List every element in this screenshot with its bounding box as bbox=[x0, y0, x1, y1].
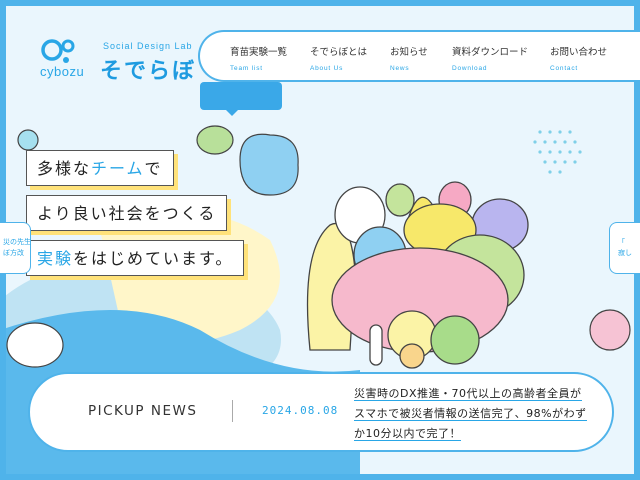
pickup-headline-link[interactable]: 災害時のDX推進・70代以上の高齢者全員が スマホで被災者情報の送信完了、98%… bbox=[354, 384, 590, 444]
nav-sublabel: News bbox=[390, 65, 410, 72]
carousel-prev-card[interactable]: 災の先生 ぼ方改 bbox=[0, 222, 31, 274]
character-pile-illustration bbox=[306, 181, 529, 369]
white-creature-icon bbox=[6, 322, 64, 368]
nav-news[interactable]: お知らせ News bbox=[390, 44, 428, 72]
global-nav: 育苗実験一覧 Team list そでらぼとは About Us お知らせ Ne… bbox=[198, 30, 640, 82]
hero-accent: 実験 bbox=[37, 249, 74, 268]
nav-team-list[interactable]: 育苗実験一覧 Team list bbox=[230, 44, 287, 72]
hero-line-2: より良い社会をつくる bbox=[26, 195, 228, 231]
pickup-date: 2024.08.08 bbox=[262, 404, 339, 417]
hero-text: 多様な bbox=[37, 159, 92, 178]
green-creature-icon bbox=[196, 125, 234, 155]
nav-label: お知らせ bbox=[390, 47, 428, 58]
prev-card-text: 災の先生 ぼ方改 bbox=[3, 238, 31, 257]
hero-text: より良い社会をつくる bbox=[37, 204, 217, 223]
nav-sublabel: Download bbox=[452, 65, 488, 72]
hero-line-1: 多様なチームで bbox=[26, 150, 174, 186]
hero-line-3: 実験をはじめています。 bbox=[26, 240, 245, 276]
blue-creature-icon bbox=[239, 133, 299, 196]
nav-download[interactable]: 資料ダウンロード Download bbox=[452, 44, 528, 72]
pickup-headline-line: スマホで被災者情報の送信完了、98%がわず bbox=[354, 407, 587, 421]
carousel-next-card[interactable]: 「 寂し bbox=[609, 222, 640, 274]
pickup-title: PICKUP NEWS bbox=[88, 403, 198, 419]
nav-sublabel: About Us bbox=[310, 65, 344, 72]
nav-sublabel: Team list bbox=[230, 65, 263, 72]
nav-label: 育苗実験一覧 bbox=[230, 47, 288, 58]
nav-label: そでらぼとは bbox=[310, 47, 368, 58]
lab-subtitle: Social Design Lab bbox=[103, 41, 193, 51]
logo-wordmark[interactable]: cybozu bbox=[40, 64, 84, 79]
pickup-headline-line: か10分以内で完了！ bbox=[354, 427, 461, 441]
hero-text: で bbox=[144, 159, 163, 178]
lab-title[interactable]: そでらぼ bbox=[100, 53, 196, 85]
cyan-blob-icon bbox=[17, 129, 39, 151]
pink-creature-icon bbox=[589, 309, 631, 351]
nav-about-us[interactable]: そでらぼとは About Us bbox=[310, 44, 367, 72]
hero-text: をはじめています。 bbox=[73, 249, 234, 268]
speech-bubble-badge bbox=[200, 82, 282, 116]
next-card-text: 「 寂し bbox=[618, 238, 632, 257]
nav-contact[interactable]: お問い合わせ Contact bbox=[550, 44, 607, 72]
dot-grid-icon bbox=[533, 130, 582, 174]
hero-accent: チーム bbox=[91, 159, 145, 178]
nav-sublabel: Contact bbox=[550, 65, 579, 72]
nav-label: お問い合わせ bbox=[550, 47, 608, 58]
nav-label: 資料ダウンロード bbox=[452, 47, 529, 58]
pickup-headline-line: 災害時のDX推進・70代以上の高齢者全員が bbox=[354, 387, 582, 401]
pickup-news-bar[interactable]: PICKUP NEWS 2024.08.08 災害時のDX推進・70代以上の高齢… bbox=[28, 372, 614, 452]
pickup-divider bbox=[232, 400, 233, 422]
